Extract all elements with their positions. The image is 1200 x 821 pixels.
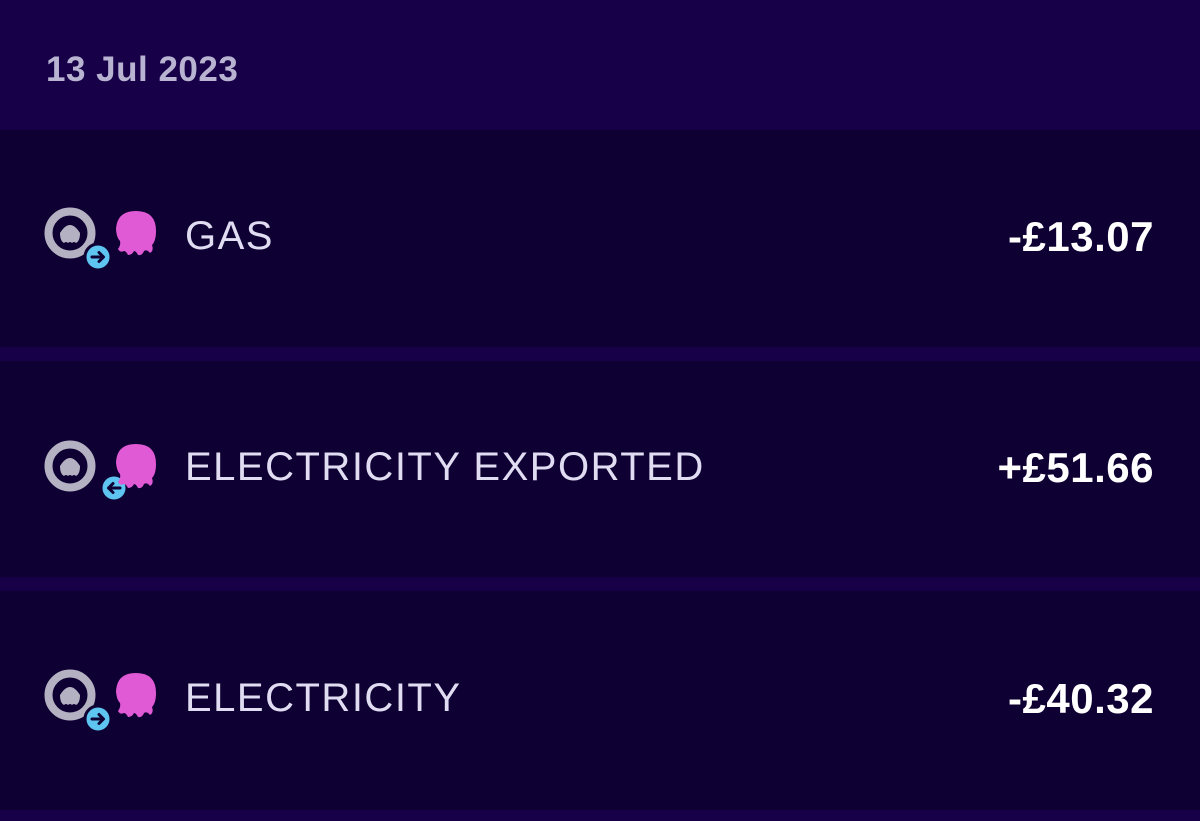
transaction-icon-group	[44, 669, 159, 733]
octopus-icon	[116, 444, 156, 489]
transactions-screen: 13 Jul 2023 GAS -£13.07 ELECTRICITY EXPO…	[0, 0, 1200, 821]
octopus-ring-icon	[44, 207, 96, 259]
transaction-amount: -£40.32	[1008, 675, 1154, 722]
date-header: 13 Jul 2023	[46, 50, 239, 89]
transaction-amount: +£51.66	[997, 444, 1154, 491]
transaction-label: ELECTRICITY	[185, 676, 462, 720]
transaction-icon-group	[44, 440, 159, 504]
octopus-ring-icon	[44, 440, 96, 492]
octopus-icon	[116, 673, 156, 718]
transaction-row-gas[interactable]: GAS -£13.07	[0, 130, 1200, 347]
transaction-label: GAS	[185, 214, 274, 258]
octopus-icon	[116, 211, 156, 256]
arrow-right-icon	[83, 242, 113, 271]
transaction-label: ELECTRICITY EXPORTED	[185, 445, 705, 489]
transaction-icon-group	[44, 207, 159, 271]
octopus-ring-icon	[44, 669, 96, 721]
transaction-amount: -£13.07	[1008, 213, 1154, 260]
transaction-row-electricity[interactable]: ELECTRICITY -£40.32	[0, 591, 1200, 810]
arrow-right-icon	[83, 704, 113, 733]
transaction-row-electricity-exported[interactable]: ELECTRICITY EXPORTED +£51.66	[0, 361, 1200, 577]
